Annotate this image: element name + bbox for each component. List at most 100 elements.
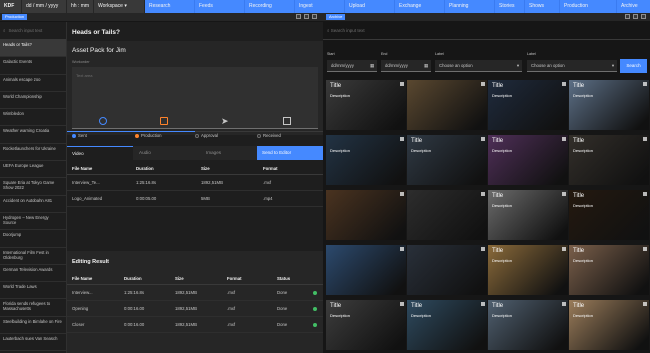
checkbox-icon[interactable]	[400, 82, 404, 86]
checkbox-icon[interactable]	[400, 192, 404, 196]
option-select[interactable]: Choose an option ▾	[527, 60, 617, 72]
checkbox-icon[interactable]	[643, 82, 647, 86]
window-icon[interactable]	[641, 14, 646, 19]
window-icon[interactable]	[312, 14, 317, 19]
list-item[interactable]: German Television Awards	[0, 265, 66, 283]
list-item[interactable]: Accident on Autobahn A81	[0, 196, 66, 213]
nav-tab-production[interactable]: Production	[560, 0, 617, 13]
checkbox-icon[interactable]	[562, 82, 566, 86]
media-tile[interactable]	[407, 80, 487, 130]
list-search-input[interactable]: ⌕ Search input text	[0, 22, 66, 40]
tab-video[interactable]: Video	[67, 146, 133, 160]
checkbox-icon[interactable]	[400, 137, 404, 141]
list-item[interactable]: Florida sends refugees to Massachusetts	[0, 299, 66, 317]
media-tile[interactable]: Title Description	[488, 135, 568, 185]
search-button[interactable]: Search	[620, 59, 647, 73]
workspace-dropdown[interactable]: Workspace ▾	[94, 0, 144, 13]
checkbox-icon[interactable]	[481, 82, 485, 86]
archive-search-input[interactable]: ⌕ Search input text	[323, 22, 650, 40]
checkbox-icon[interactable]	[643, 247, 647, 251]
list-item[interactable]: UEFA Europe League	[0, 161, 66, 179]
nav-tab-ingest[interactable]: Ingest	[295, 0, 345, 13]
checkbox-icon[interactable]	[481, 192, 485, 196]
nav-tab-recording[interactable]: Recording	[245, 0, 295, 13]
nav-tab-shows[interactable]: Shows	[525, 0, 560, 13]
window-icon[interactable]	[296, 14, 301, 19]
col-header: Duration	[136, 166, 154, 171]
media-tile[interactable]	[326, 190, 406, 240]
start-date-input[interactable]: dd/mm/yyyy ▦	[327, 60, 377, 72]
list-item[interactable]: Animals escape zoo	[0, 75, 66, 92]
nav-tab-upload[interactable]: Upload	[345, 0, 395, 13]
end-date-input[interactable]: dd/mm/yyyy ▦	[381, 60, 431, 72]
list-item[interactable]: International Film Fest in Oldenburg	[0, 248, 66, 265]
media-tile[interactable]: Title Description	[407, 300, 487, 350]
nav-tab-research[interactable]: Research	[145, 0, 195, 13]
window-icon[interactable]	[304, 14, 309, 19]
checkbox-icon[interactable]	[562, 302, 566, 306]
checkbox-icon[interactable]	[562, 247, 566, 251]
window-icon[interactable]	[625, 14, 630, 19]
media-tile[interactable]: Title Description	[407, 135, 487, 185]
checkbox-icon[interactable]	[643, 137, 647, 141]
checkbox-icon[interactable]	[562, 192, 566, 196]
media-tile[interactable]: Title Description	[569, 300, 649, 350]
nav-tab-planning[interactable]: Planning	[445, 0, 495, 13]
table-row[interactable]: Logo_Animated 0:00:05.00 5MB .mp4	[67, 191, 323, 207]
list-item[interactable]: Steelbuilding in Bimlahe on Fire	[0, 317, 66, 335]
list-item[interactable]: Rocketlaunchers for Ukraine	[0, 144, 66, 162]
nav-tab-exchange[interactable]: Exchange	[395, 0, 445, 13]
media-tile[interactable]: Title Description	[488, 80, 568, 130]
media-tile[interactable]: Title Description	[569, 245, 649, 295]
list-item[interactable]: World Trade Laws	[0, 282, 66, 300]
time-field[interactable]: hh : mm	[67, 0, 93, 13]
archive-panel-tab[interactable]: Archive	[326, 14, 346, 20]
list-item[interactable]: Square Eria at Tokyo Game Show 2022	[0, 178, 66, 196]
table-row[interactable]: Closer 0:00:16.00 1892,51MB .mxf Done	[67, 317, 323, 333]
table-row[interactable]: Opening 0:00:16.00 1892,51MB .mxf Done	[67, 301, 323, 317]
table-row[interactable]: Interview... 1:25:16.8s 1892,51MB .mxf D…	[67, 285, 323, 301]
list-item[interactable]: Galactic Events	[0, 57, 66, 75]
tab-images[interactable]: Images	[201, 146, 257, 160]
list-item[interactable]: Heads or Tails?	[0, 40, 66, 58]
list-item[interactable]: Weather warning Croatia	[0, 126, 66, 144]
media-tile[interactable]: Title Description	[488, 300, 568, 350]
option-select[interactable]: Choose an option ▾	[435, 60, 522, 72]
nav-tab-stories[interactable]: Stories	[495, 0, 525, 13]
list-item[interactable]: Doorjump	[0, 230, 66, 248]
workorder-textarea[interactable]: Text area	[72, 67, 318, 129]
checkbox-icon[interactable]	[400, 302, 404, 306]
checkbox-icon[interactable]	[481, 302, 485, 306]
media-tile[interactable]: Title Description	[569, 80, 649, 130]
nav-tab-archive[interactable]: Archive	[617, 0, 650, 13]
media-tile[interactable]	[407, 245, 487, 295]
media-tile[interactable]	[326, 245, 406, 295]
checkbox-icon[interactable]	[643, 192, 647, 196]
media-tile[interactable]: Title Description	[488, 245, 568, 295]
media-tile[interactable]	[407, 190, 487, 240]
tab-audio[interactable]: Audio	[134, 146, 200, 160]
nav-tab-feeds[interactable]: Feeds	[195, 0, 245, 13]
checkbox-icon[interactable]	[481, 137, 485, 141]
media-tile[interactable]: Title Description	[326, 80, 406, 130]
checkbox-icon[interactable]	[643, 302, 647, 306]
list-item[interactable]: Hydrogen – New Energy Source	[0, 213, 66, 231]
media-tile[interactable]: Description	[326, 135, 406, 185]
checkbox-icon[interactable]	[562, 137, 566, 141]
media-grid: Title Description Title Description Title D…	[326, 80, 649, 353]
list-item[interactable]: Wimbledon	[0, 109, 66, 127]
col-header: Duration	[124, 276, 142, 281]
date-field[interactable]: dd / mm / yyyy	[22, 0, 66, 13]
checkbox-icon[interactable]	[400, 247, 404, 251]
media-tile[interactable]: Title Description	[488, 190, 568, 240]
send-to-editor-button[interactable]: Send to Editor	[257, 146, 323, 160]
media-tile[interactable]: Title Description	[569, 190, 649, 240]
production-panel-tab[interactable]: Production	[2, 14, 28, 20]
table-row[interactable]: Interview_Te... 1:25:16.8s 1892,51MB .mx…	[67, 175, 323, 191]
window-icon[interactable]	[633, 14, 638, 19]
media-tile[interactable]: Title Description	[569, 135, 649, 185]
list-item[interactable]: Lauterbach sues Van Seasch	[0, 334, 66, 352]
checkbox-icon[interactable]	[481, 247, 485, 251]
media-tile[interactable]: Title Description	[326, 300, 406, 350]
list-item[interactable]: World Championship	[0, 92, 66, 110]
